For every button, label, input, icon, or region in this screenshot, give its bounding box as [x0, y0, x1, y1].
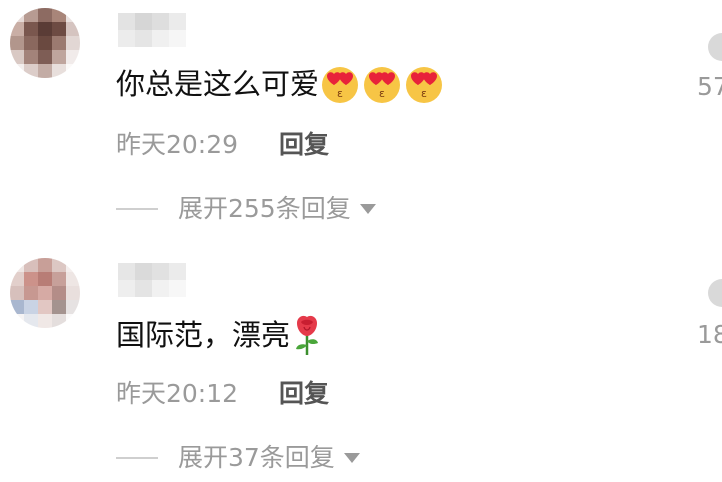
caret-down-icon: [343, 453, 360, 463]
rose-icon: [296, 315, 319, 355]
comment-time: 昨天20:29: [116, 130, 239, 159]
avatar[interactable]: [10, 8, 80, 78]
divider-dash: [116, 457, 158, 459]
kissing-heart-eyes-emoji-icon: ε: [364, 67, 401, 103]
comment-time: 昨天20:12: [116, 379, 239, 408]
reply-button[interactable]: 回复: [279, 379, 329, 409]
comment-item: 国际范，漂亮 昨天20:12 回复 展开37条回复 18: [0, 250, 722, 482]
expand-replies-label: 展开37条回复: [178, 443, 335, 472]
avatar[interactable]: [10, 258, 80, 328]
svg-text:ε: ε: [337, 87, 343, 100]
reply-button[interactable]: 回复: [279, 130, 329, 160]
expand-replies-label: 展开255条回复: [178, 194, 351, 223]
like-icon[interactable]: [702, 30, 722, 64]
kissing-heart-eyes-emoji-icon: ε: [322, 67, 359, 103]
divider-dash: [116, 208, 158, 210]
svg-text:ε: ε: [379, 87, 385, 100]
expand-replies-button[interactable]: 展开37条回复: [116, 443, 360, 473]
like-icon[interactable]: [702, 276, 722, 310]
username-blurred[interactable]: [118, 13, 186, 47]
like-count: 57: [697, 72, 722, 101]
expand-replies-button[interactable]: 展开255条回复: [116, 194, 376, 224]
emoji-group: ε ε ε: [319, 64, 445, 104]
caret-down-icon: [359, 204, 376, 214]
svg-text:ε: ε: [421, 87, 427, 100]
username-blurred[interactable]: [118, 263, 186, 297]
like-count: 18: [697, 320, 722, 349]
comment-text: 国际范，漂亮: [116, 313, 324, 357]
comment-text: 你总是这么可爱 ε ε ε: [116, 64, 445, 104]
kissing-heart-eyes-emoji-icon: ε: [406, 67, 443, 103]
comment-item: 你总是这么可爱 ε ε ε 昨天20:29 回复 展开255条回复 57: [0, 0, 722, 240]
